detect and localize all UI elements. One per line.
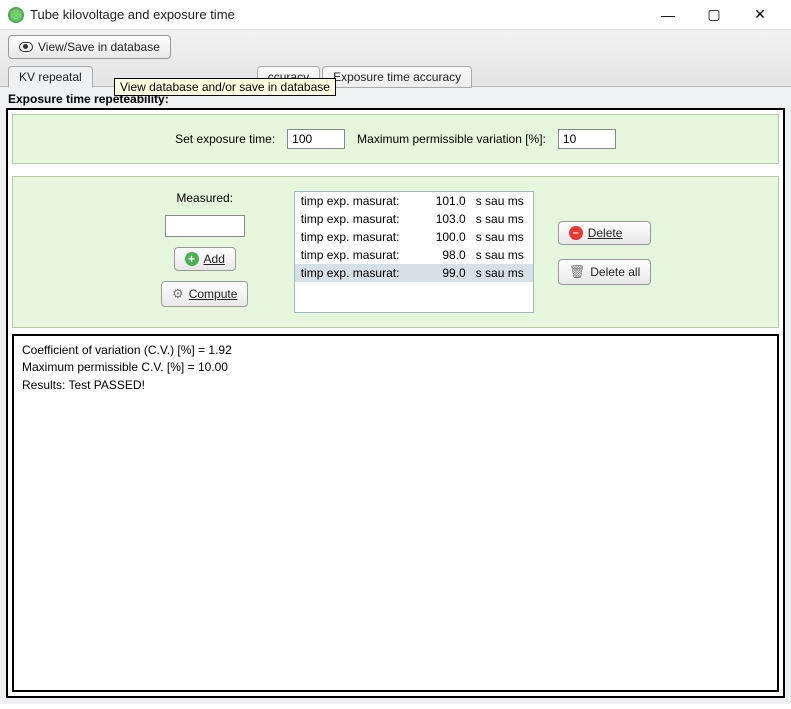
minimize-button[interactable]: —: [645, 0, 691, 30]
delete-all-button[interactable]: 🗑 Delete all: [558, 259, 652, 285]
delete-icon: –: [569, 226, 583, 240]
result-line-3: Results: Test PASSED!: [22, 377, 769, 394]
delete-button[interactable]: – Delete: [558, 221, 652, 245]
list-item[interactable]: timp exp. masurat: 100.0 s sau ms: [295, 228, 533, 246]
compute-button[interactable]: ⚙ Compute: [161, 281, 248, 307]
list-item[interactable]: timp exp. masurat: 103.0 s sau ms: [295, 210, 533, 228]
title-bar: Tube kilovoltage and exposure time — ▢ ✕: [0, 0, 791, 30]
close-button[interactable]: ✕: [737, 0, 783, 30]
view-save-label: View/Save in database: [38, 40, 160, 54]
measure-panel: Measured: + Add ⚙ Compute timp exp. masu…: [12, 176, 779, 328]
compute-label: Compute: [189, 287, 238, 301]
tooltip: View database and/or save in database: [114, 78, 336, 96]
maximize-button[interactable]: ▢: [691, 0, 737, 30]
measurements-list[interactable]: timp exp. masurat: 101.0 s sau ms timp e…: [294, 191, 534, 313]
app-icon: [8, 7, 24, 23]
add-button[interactable]: + Add: [174, 247, 236, 271]
tab-exposure-time-accuracy[interactable]: Exposure time accuracy: [322, 66, 472, 88]
view-save-button[interactable]: View/Save in database: [8, 35, 171, 59]
list-item[interactable]: timp exp. masurat: 99.0 s sau ms: [295, 264, 533, 282]
window-title: Tube kilovoltage and exposure time: [30, 7, 645, 22]
measured-label: Measured:: [176, 191, 233, 205]
results-box: Coefficient of variation (C.V.) [%] = 1.…: [12, 334, 779, 692]
bin-icon: 🗑: [569, 264, 586, 280]
result-line-1: Coefficient of variation (C.V.) [%] = 1.…: [22, 342, 769, 359]
set-exposure-input[interactable]: [287, 129, 345, 149]
tab-kv-repeatability[interactable]: KV repeatal: [8, 66, 93, 88]
gear-icon: ⚙: [172, 286, 184, 302]
delete-label: Delete: [588, 226, 623, 240]
params-panel: Set exposure time: Maximum permissible v…: [12, 114, 779, 164]
list-item[interactable]: timp exp. masurat: 101.0 s sau ms: [295, 192, 533, 210]
result-line-2: Maximum permissible C.V. [%] = 10.00: [22, 359, 769, 376]
max-variation-label: Maximum permissible variation [%]:: [357, 132, 546, 146]
list-item[interactable]: timp exp. masurat: 98.0 s sau ms: [295, 246, 533, 264]
plus-icon: +: [185, 252, 199, 266]
measured-input[interactable]: [165, 215, 245, 237]
max-variation-input[interactable]: [558, 129, 616, 149]
toolbar: View/Save in database KV repeatal ccurac…: [0, 30, 791, 87]
eye-icon: [19, 42, 33, 52]
content: Exposure time repeteability: Set exposur…: [0, 87, 791, 704]
add-label: Add: [204, 252, 225, 266]
main-panel: Set exposure time: Maximum permissible v…: [6, 108, 785, 698]
set-exposure-label: Set exposure time:: [175, 132, 275, 146]
delete-all-label: Delete all: [590, 265, 640, 279]
